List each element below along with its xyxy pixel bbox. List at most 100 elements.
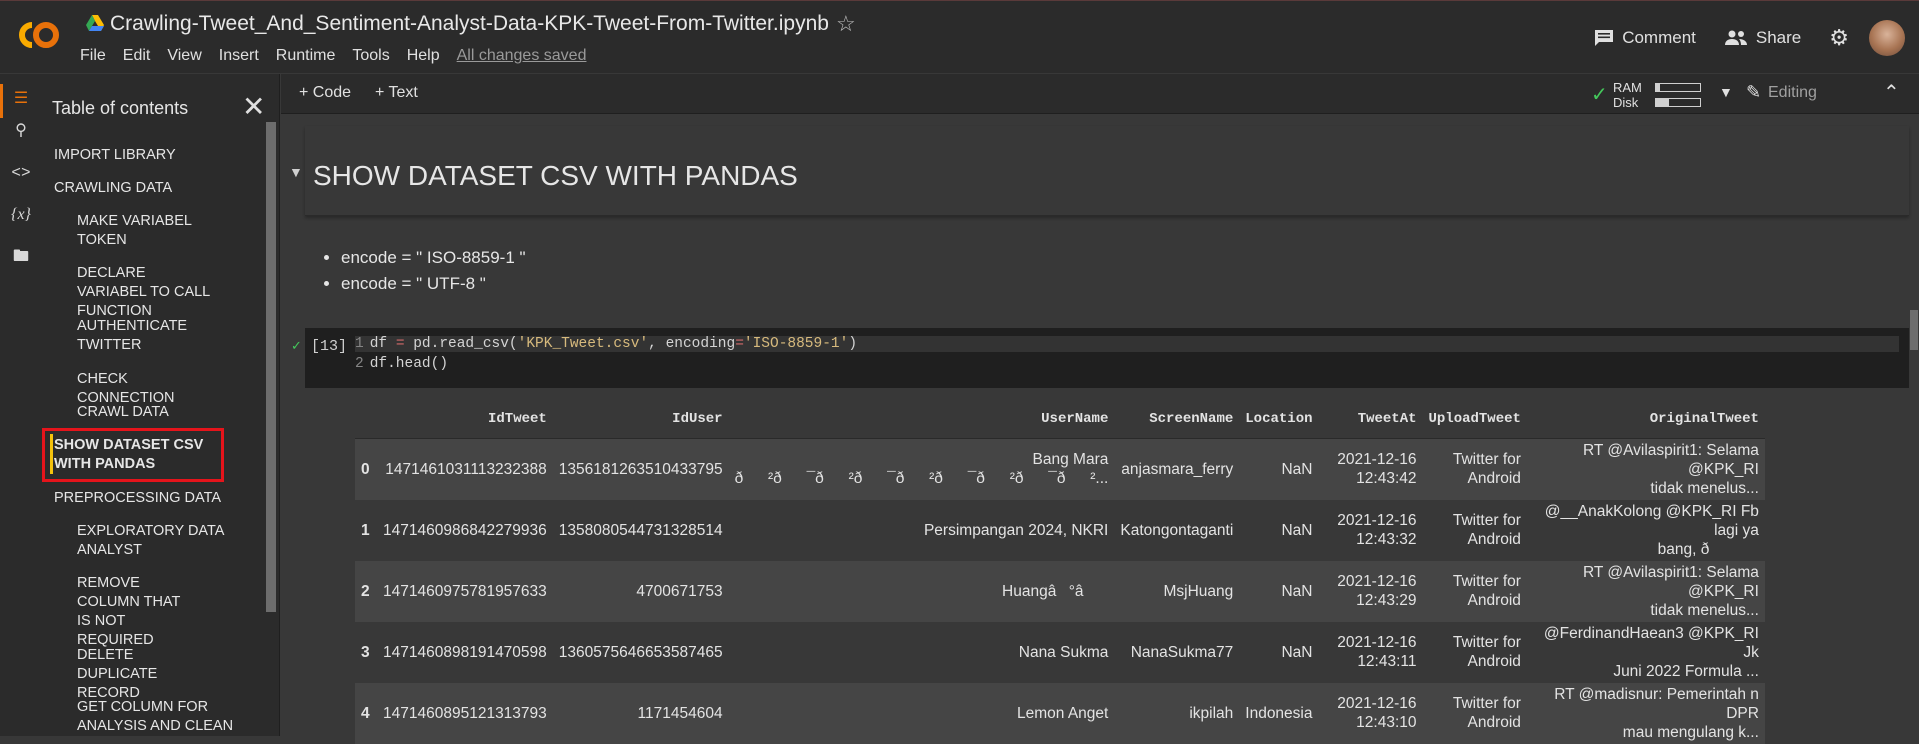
- table-cell: 3: [355, 621, 377, 683]
- disk-label: Disk: [1613, 95, 1639, 110]
- menu-view[interactable]: View: [167, 47, 201, 65]
- add-text-button[interactable]: + Text: [375, 84, 418, 102]
- toc-item-show-dataset[interactable]: SHOW DATASET CSV WITH PANDAS: [54, 436, 214, 474]
- table-cell: 1471461031113232388: [377, 438, 553, 500]
- chevron-down-icon[interactable]: ▼: [1719, 84, 1733, 100]
- table-cell: 2021-12-16 12:43:11: [1318, 621, 1423, 683]
- section-heading-cell[interactable]: ▼ SHOW DATASET CSV WITH PANDAS: [289, 126, 1909, 216]
- files-folder-icon[interactable]: 🖿: [10, 246, 32, 268]
- table-cell: Bang Mara ð²ð¯ð²ð¯ð²ð¯ð²ð…: [728, 438, 1115, 500]
- code-line-2[interactable]: 2 df.head(): [355, 356, 448, 372]
- toc-item-crawl-data[interactable]: CRAWL DATA: [77, 403, 227, 422]
- menu-help[interactable]: Help: [407, 47, 440, 65]
- table-cell: 1471460986842279936: [377, 499, 553, 561]
- table-cell: 4700671753: [552, 560, 729, 622]
- col-header-uploadtweet: UploadTweet: [1422, 402, 1527, 439]
- code-cell[interactable]: ✓ [13] 1 df = pd.read_csv('KPK_Tweet.csv'…: [291, 328, 1909, 388]
- table-cell: 1471460898191470598: [377, 621, 553, 683]
- table-cell: 2021-12-16 12:43:10: [1318, 682, 1423, 744]
- add-code-button[interactable]: + Code: [299, 84, 351, 102]
- table-cell: 2021-12-16 12:43:29: [1318, 560, 1423, 622]
- table-cell: 4: [355, 682, 377, 744]
- col-header-location: Location: [1239, 402, 1319, 439]
- menu-runtime[interactable]: Runtime: [276, 47, 336, 65]
- table-cell: Huangâ°â: [728, 560, 1115, 622]
- settings-gear-icon[interactable]: ⚙: [1829, 25, 1849, 51]
- menu-tools[interactable]: Tools: [352, 47, 389, 65]
- toc-item-make-variabel-token[interactable]: MAKE VARIABEL TOKEN: [77, 212, 217, 250]
- variables-icon[interactable]: {x}: [10, 204, 32, 226]
- star-icon[interactable]: ☆: [836, 11, 856, 37]
- toc-item-preprocessing-data[interactable]: PREPROCESSING DATA: [54, 489, 224, 508]
- comment-icon: [1595, 30, 1614, 46]
- table-cell: NaN: [1239, 621, 1319, 683]
- menu-insert[interactable]: Insert: [219, 47, 259, 65]
- table-cell: 0: [355, 438, 377, 500]
- toc-item-import-library[interactable]: IMPORT LIBRARY: [54, 146, 224, 165]
- table-row: 3 1471460898191470598 1360575646653587465 N…: [355, 621, 1765, 683]
- table-cell: Lemon Anget: [728, 682, 1115, 744]
- resource-monitor[interactable]: ✓ RAM Disk: [1591, 78, 1701, 110]
- table-cell: anjasmara_ferry: [1114, 438, 1240, 500]
- section-title: SHOW DATASET CSV WITH PANDAS: [313, 160, 798, 191]
- toc-item-delete-duplicate[interactable]: DELETE DUPLICATE RECORD: [77, 646, 217, 703]
- table-cell: RT @madisnur: Pemerintah n DPR mau mengu…: [1526, 682, 1765, 744]
- rail-active-indicator: [0, 84, 3, 118]
- left-rail: ☰ ⚲ <> {x} 🖿: [0, 74, 40, 736]
- toc-item-crawling-data[interactable]: CRAWLING DATA: [54, 179, 224, 198]
- toc-title: Table of contents: [52, 98, 189, 118]
- table-cell: 1356181263510433795: [552, 438, 729, 500]
- collapse-caret-icon[interactable]: ▼: [289, 164, 303, 180]
- share-label: Share: [1755, 28, 1802, 47]
- table-header-row: IdTweet IdUser UserName ScreenName Locat…: [355, 402, 1765, 439]
- notebook-toolbar: + Code + Text ✓ RAM Disk ▼ ✎ Editing ⌃: [281, 74, 1919, 114]
- ram-label: RAM: [1613, 80, 1642, 95]
- toc-item-get-column[interactable]: GET COLUMN FOR ANALYSIS AND CLEAN: [77, 698, 247, 736]
- run-success-check-icon[interactable]: ✓: [291, 338, 302, 354]
- search-icon[interactable]: ⚲: [10, 120, 32, 142]
- editing-mode-label[interactable]: Editing: [1768, 84, 1817, 102]
- col-header-iduser: IdUser: [552, 402, 729, 439]
- table-cell: 2021-12-16 12:43:42: [1318, 438, 1423, 500]
- execution-count: [13]: [311, 338, 348, 355]
- toc-item-authenticate-twitter[interactable]: AUTHENTICATE TWITTER: [77, 317, 217, 355]
- table-cell: Twitter for Android: [1422, 682, 1527, 744]
- table-cell: Twitter for Android: [1422, 560, 1527, 622]
- notebook-title[interactable]: Crawling-Tweet_And_Sentiment-Analyst-Dat…: [110, 12, 829, 36]
- code-line-1[interactable]: 1 df = pd.read_csv('KPK_Tweet.csv', encod…: [355, 336, 1899, 352]
- table-cell: RT @Avilaspirit1: Selama @KPK_RI tidak m…: [1526, 438, 1765, 500]
- share-button[interactable]: Share: [1724, 28, 1801, 48]
- comment-label: Comment: [1622, 28, 1696, 47]
- table-cell: Persimpangan 2024, NKRI: [728, 499, 1115, 561]
- col-header-tweetat: TweetAt: [1318, 402, 1423, 439]
- avatar[interactable]: [1869, 20, 1905, 56]
- toc-item-remove-column[interactable]: REMOVE COLUMN THAT IS NOT REQUIRED: [77, 574, 197, 650]
- menu-edit[interactable]: Edit: [123, 47, 151, 65]
- table-cell: 1171454604: [552, 682, 729, 744]
- table-cell: Twitter for Android: [1422, 438, 1527, 500]
- table-of-contents-icon[interactable]: ☰: [10, 88, 32, 110]
- ram-bar: [1655, 83, 1701, 92]
- toc-item-exploratory-data-analyst[interactable]: EXPLORATORY DATA ANALYST: [77, 522, 227, 560]
- code-snippets-icon[interactable]: <>: [10, 162, 32, 184]
- colab-logo-icon[interactable]: [14, 17, 64, 53]
- save-status[interactable]: All changes saved: [457, 47, 587, 65]
- table-row: 4 1471460895121313793 1171454604 Lemon Ange…: [355, 682, 1765, 744]
- table-row: 0 1471461031113232388 1356181263510433795 B…: [355, 438, 1765, 500]
- col-header-idtweet: IdTweet: [377, 402, 553, 439]
- connected-check-icon: ✓: [1591, 84, 1608, 106]
- menu-file[interactable]: File: [80, 47, 106, 65]
- pencil-icon: ✎: [1746, 82, 1762, 102]
- ram-bar-fill: [1656, 84, 1661, 91]
- comment-button[interactable]: Comment: [1594, 28, 1696, 48]
- table-cell: NaN: [1239, 499, 1319, 561]
- table-cell: RT @Avilaspirit1: Selama @KPK_RI tidak m…: [1526, 560, 1765, 622]
- chevron-up-icon[interactable]: ⌃: [1883, 80, 1900, 105]
- table-cell: @FerdinandHaean3 @KPK_RI Jk Juni 2022 Fo…: [1526, 621, 1765, 683]
- toc-scrollbar[interactable]: [266, 122, 276, 612]
- table-cell: 1471460975781957633: [377, 560, 553, 622]
- table-cell: @__AnakKolong @KPK_RI Fb lagi ya bang, ð…: [1526, 499, 1765, 561]
- notebook-scrollbar[interactable]: [1910, 310, 1918, 350]
- toc-item-declare-variabel[interactable]: DECLARE VARIABEL TO CALL FUNCTION: [77, 264, 217, 321]
- close-icon[interactable]: ✕: [242, 90, 265, 123]
